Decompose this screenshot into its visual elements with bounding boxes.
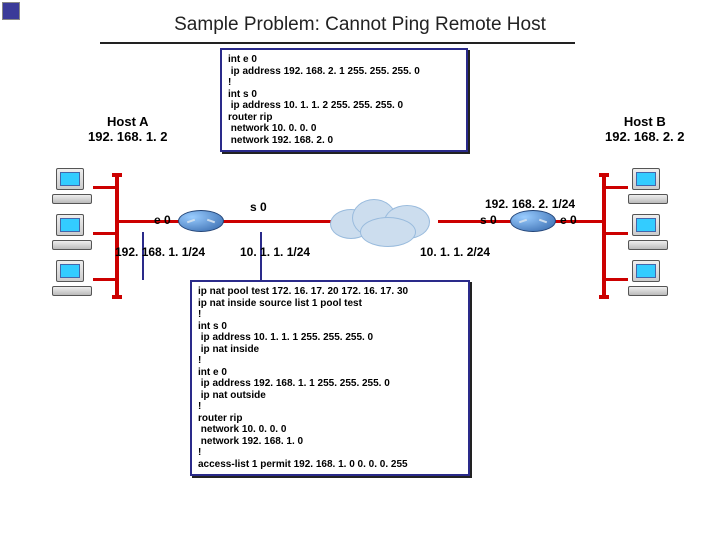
bus-stub bbox=[606, 232, 628, 235]
bus-stub bbox=[606, 186, 628, 189]
right-router-s0-label: s 0 bbox=[480, 213, 497, 227]
right-router-e0-label: e 0 bbox=[560, 213, 577, 227]
pc-icon bbox=[628, 168, 668, 204]
left-e0-net: 192. 168. 1. 1/24 bbox=[115, 245, 205, 259]
bus-stub bbox=[93, 186, 115, 189]
wan-link-right bbox=[438, 220, 513, 223]
pc-icon bbox=[52, 168, 92, 204]
bus-stub bbox=[606, 278, 628, 281]
lan-bus-right bbox=[602, 175, 606, 295]
wan-link-left bbox=[222, 220, 337, 223]
host-a-label: Host A 192. 168. 1. 2 bbox=[88, 115, 168, 145]
host-b-label: Host B 192. 168. 2. 2 bbox=[605, 115, 685, 145]
host-b-name: Host B bbox=[624, 114, 666, 129]
bus-stub bbox=[93, 278, 115, 281]
left-router-e0-label: e 0 bbox=[154, 213, 171, 227]
pc-icon bbox=[52, 260, 92, 296]
router-right-config: int e 0 ip address 192. 168. 2. 1 255. 2… bbox=[220, 48, 468, 152]
bus-cap bbox=[599, 295, 609, 299]
pc-icon bbox=[52, 214, 92, 250]
host-b-ip: 192. 168. 2. 2 bbox=[605, 129, 685, 144]
right-s0-net: 10. 1. 1. 2/24 bbox=[420, 245, 490, 259]
left-s0-net: 10. 1. 1. 1/24 bbox=[240, 245, 310, 259]
bus-stub bbox=[93, 232, 115, 235]
pc-icon bbox=[628, 260, 668, 296]
host-a-ip: 192. 168. 1. 2 bbox=[88, 129, 168, 144]
router-left-config: ip nat pool test 172. 16. 17. 20 172. 16… bbox=[190, 280, 470, 476]
title-underline bbox=[100, 42, 575, 44]
left-router-s0-label: s 0 bbox=[250, 200, 267, 214]
router-left-icon bbox=[178, 210, 224, 232]
pc-icon bbox=[628, 214, 668, 250]
router-right-icon bbox=[510, 210, 556, 232]
right-e0-net: 192. 168. 2. 1/24 bbox=[485, 197, 575, 211]
bus-cap bbox=[112, 295, 122, 299]
wan-cloud-icon bbox=[330, 195, 445, 250]
page-title: Sample Problem: Cannot Ping Remote Host bbox=[0, 14, 720, 36]
host-a-name: Host A bbox=[107, 114, 148, 129]
lan-bus-left bbox=[115, 175, 119, 295]
